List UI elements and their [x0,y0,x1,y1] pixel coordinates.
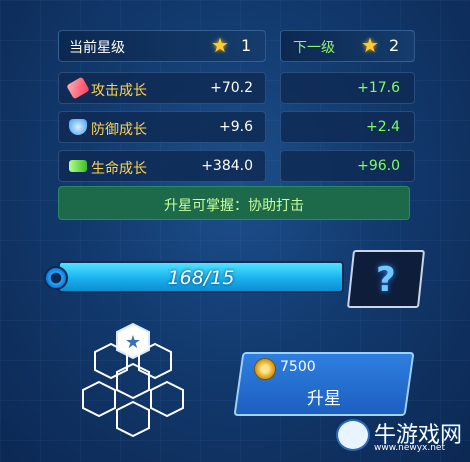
star-icon: ★ [211,33,229,57]
unknown-item-slot[interactable]: ? [346,250,426,308]
progress-text: 168/15 [167,267,235,289]
next-stat-value: +17.6 [357,80,400,96]
progress-track: 168/15 [58,261,344,293]
stat-value: +9.6 [219,119,253,135]
upgrade-button-label: 升星 [307,389,341,409]
current-star-count: 1 [241,36,252,55]
watermark-url: www.newyx.net [374,443,446,453]
attack-icon [66,76,90,100]
next-star-label: 下一级 [293,40,335,56]
next-stat-value: +96.0 [357,158,400,174]
upgrade-star-button[interactable]: 7500 升星 [233,352,415,416]
stat-row-defense: 防御成长 +9.6 [58,111,266,143]
progress-orb-icon [44,266,68,290]
current-star-label: 当前星级 [69,40,125,56]
life-icon [69,160,87,172]
stat-value: +70.2 [210,80,253,96]
stat-value: +384.0 [201,158,253,174]
current-star-header: 当前星级 ★ 1 [58,30,266,62]
hex-slot [148,380,186,418]
next-stat-value: +2.4 [366,119,400,135]
next-star-count: 2 [389,36,400,55]
next-row-defense: +2.4 [280,111,415,143]
next-star-header: 下一级 ★ 2 [280,30,415,62]
upgrade-cost: 7500 [280,359,316,375]
site-watermark: 牛游戏网 www.newyx.net [336,415,466,457]
next-row-attack: +17.6 [280,72,415,104]
stat-row-attack: 攻击成长 +70.2 [58,72,266,104]
stat-label: 防御成长 [91,122,147,138]
hex-slot [80,380,118,418]
star-progress-bar: 168/15 [40,257,346,299]
hex-slot [114,362,152,400]
cow-logo-icon [336,419,370,451]
star-icon: ★ [361,33,379,57]
stat-row-life: 生命成长 +384.0 [58,150,266,182]
defense-icon [69,119,87,135]
question-mark-icon: ? [376,260,396,300]
hex-slot [114,400,152,438]
star-hex-grid: ★ [78,322,188,442]
skill-unlock-banner: 升星可掌握：协助打击 [58,186,410,220]
next-row-life: +96.0 [280,150,415,182]
stat-label: 生命成长 [91,161,147,177]
gold-coin-icon [254,358,276,380]
stat-label: 攻击成长 [91,83,147,99]
skill-unlock-text: 升星可掌握：协助打击 [164,198,304,214]
